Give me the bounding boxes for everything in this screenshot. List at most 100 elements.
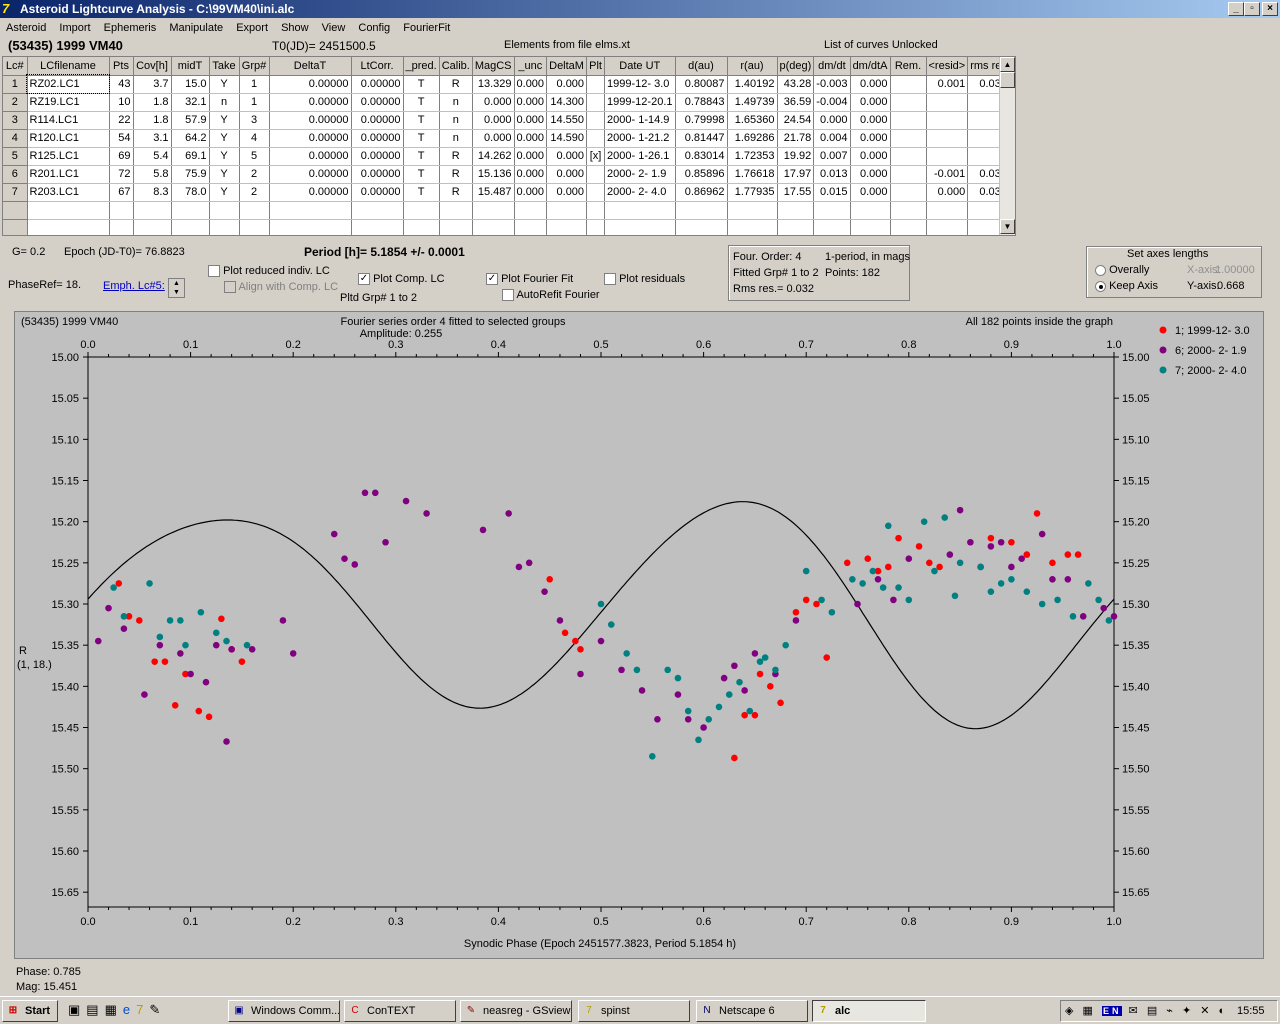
table-cell[interactable]: 0.00000 (351, 75, 404, 94)
column-header[interactable]: Pts (109, 57, 134, 76)
table-cell[interactable]: 1.77935 (727, 183, 778, 202)
table-cell[interactable]: 0.00000 (269, 93, 352, 112)
table-cell[interactable]: 0.000 (472, 93, 515, 112)
table-cell[interactable]: T (403, 111, 440, 130)
table-cell[interactable]: 14.262 (472, 147, 515, 166)
table-cell[interactable]: 67 (109, 183, 134, 202)
table-cell[interactable]: 0.000 (850, 93, 891, 112)
table-cell[interactable]: T (403, 75, 440, 94)
table-cell[interactable] (926, 129, 969, 148)
table-cell[interactable]: 0.000 (514, 183, 548, 202)
table-cell[interactable]: Y (209, 165, 240, 184)
column-header[interactable]: DeltaM (546, 57, 588, 76)
table-cell[interactable]: 0.000 (472, 111, 515, 130)
table-cell[interactable] (890, 111, 927, 130)
table-cell[interactable] (890, 93, 927, 112)
task-context[interactable]: C ConTEXT (344, 1000, 456, 1022)
desktop-icon[interactable]: ▣ (68, 1002, 86, 1017)
table-cell[interactable]: 8.3 (133, 183, 172, 202)
column-header[interactable]: MagCS (472, 57, 515, 76)
table-cell[interactable] (890, 129, 927, 148)
table-cell[interactable] (586, 111, 606, 130)
terminal-icon[interactable]: ▦ (105, 1002, 123, 1017)
column-header[interactable]: midT (171, 57, 210, 76)
column-header[interactable]: Date UT (604, 57, 676, 76)
table-cell[interactable]: 72 (109, 165, 134, 184)
y-axis-value[interactable]: 0.668 (1217, 280, 1245, 292)
column-header[interactable]: Grp# (239, 57, 270, 76)
column-header[interactable]: Calib. (439, 57, 473, 76)
table-cell[interactable]: 0.000 (850, 129, 891, 148)
table-cell[interactable]: 0.00000 (351, 93, 404, 112)
table-cell[interactable]: 0.000 (514, 75, 548, 94)
column-header[interactable]: <resid> (926, 57, 969, 76)
table-cell[interactable]: n (439, 129, 473, 148)
table-cell[interactable]: 0.000 (546, 75, 588, 94)
table-cell[interactable]: RZ02.LC1 (26, 74, 110, 94)
table-cell[interactable]: 1 (239, 93, 270, 112)
plot-comp-checkbox[interactable]: ✓ Plot Comp. LC (358, 273, 445, 286)
table-cell[interactable] (586, 183, 606, 202)
table-cell[interactable]: R125.LC1 (27, 147, 110, 166)
column-header[interactable]: LtCorr. (351, 57, 404, 76)
table-cell[interactable]: 0.000 (514, 93, 548, 112)
table-cell[interactable]: 0.000 (546, 165, 588, 184)
table-row[interactable]: 1 RZ02.LC1 43 3.7 15.0 Y 1 0.00000 0.00000 T R 13.3… (3, 74, 1010, 94)
table-cell[interactable] (586, 75, 606, 94)
table-cell[interactable]: 14.300 (546, 93, 588, 112)
table-cell[interactable]: 5.8 (133, 165, 172, 184)
table-cell[interactable]: T (403, 165, 440, 184)
table-row[interactable]: 3 R114.LC1 22 1.8 57.9 Y 3 0.00000 0.00000 Tn 0.00… (3, 111, 1010, 130)
table-cell[interactable]: 0.79998 (675, 111, 728, 130)
table-cell[interactable]: 0.00000 (351, 147, 404, 166)
table-row[interactable]: 6 R201.LC1 72 5.8 75.9 Y 2 0.00000 0.00000 T R 15.1… (3, 165, 1010, 184)
table-cell[interactable]: 69.1 (171, 147, 210, 166)
scroll-thumb[interactable] (1000, 72, 1015, 88)
emph-spinner[interactable]: ▲ ▼ (168, 278, 185, 298)
maximize-button[interactable]: ▫ (1244, 2, 1260, 16)
task-spinst[interactable]: 7 spinst (578, 1000, 690, 1022)
plot-fourier-checkbox[interactable]: ✓ Plot Fourier Fit (486, 273, 573, 286)
table-cell[interactable]: 0.00000 (351, 129, 404, 148)
app-icon-alc[interactable]: 7 (136, 1002, 149, 1017)
autorefit-checkbox[interactable]: AutoRefit Fourier (502, 289, 600, 302)
table-cell[interactable]: 4 (239, 129, 270, 148)
table-cell[interactable]: T (403, 93, 440, 112)
table-cell[interactable]: 0.000 (514, 147, 548, 166)
table-cell[interactable]: 75.9 (171, 165, 210, 184)
table-cell[interactable]: 2000- 1-26.1 (604, 147, 676, 166)
column-header[interactable]: dm/dt (813, 57, 851, 76)
lightcurve-plot[interactable]: (53435) 1999 VM40 Fourier series order 4… (14, 311, 1264, 959)
table-cell[interactable]: Y (209, 75, 240, 94)
table-cell[interactable]: 0.00000 (351, 165, 404, 184)
table-cell[interactable]: 0.000 (546, 183, 588, 202)
menu-manipulate[interactable]: Manipulate (169, 22, 223, 34)
table-cell[interactable]: 22 (109, 111, 134, 130)
table-cell[interactable]: 0.013 (813, 165, 851, 184)
table-cell[interactable]: RZ19.LC1 (27, 93, 110, 112)
table-cell[interactable]: 0.004 (813, 129, 851, 148)
table-cell[interactable]: R (439, 165, 473, 184)
menu-show[interactable]: Show (281, 22, 309, 34)
table-cell[interactable]: 0.000 (514, 165, 548, 184)
table-cell[interactable]: 1.49739 (727, 93, 778, 112)
table-row[interactable]: 2 RZ19.LC1 10 1.8 32.1 n 1 0.00000 0.00000 Tn 0.00… (3, 93, 1010, 112)
quick-launch[interactable]: ▣▤▦e7✎ (68, 1002, 218, 1020)
column-header[interactable]: r(au) (727, 57, 778, 76)
keep-axis-radio[interactable]: Keep Axis (1095, 280, 1158, 292)
column-header[interactable]: Lc# (3, 57, 28, 76)
table-cell[interactable]: 24.54 (777, 111, 815, 130)
table-cell[interactable] (926, 93, 969, 112)
table-cell[interactable]: 0.00000 (269, 165, 352, 184)
column-header[interactable]: Cov[h] (133, 57, 172, 76)
table-cell[interactable]: 0.000 (546, 147, 588, 166)
column-header[interactable]: LCfilename (27, 57, 110, 76)
close-button[interactable]: × (1262, 2, 1278, 16)
table-cell[interactable]: 5.4 (133, 147, 172, 166)
table-cell[interactable]: 3 (3, 111, 28, 130)
table-cell[interactable]: 0.000 (926, 183, 969, 202)
chart-svg[interactable]: (53435) 1999 VM40 Fourier series order 4… (15, 312, 1263, 958)
table-cell[interactable] (586, 129, 606, 148)
table-cell[interactable]: 0.007 (813, 147, 851, 166)
column-header[interactable]: _unc (514, 57, 548, 76)
